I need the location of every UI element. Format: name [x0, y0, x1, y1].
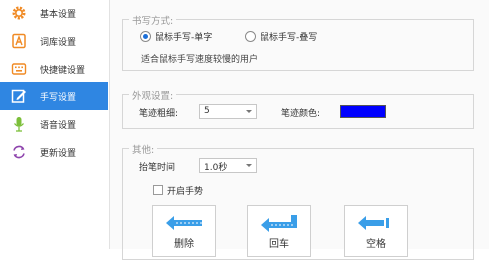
refresh-icon	[11, 144, 27, 160]
lift-time-label: 抬笔时间	[139, 163, 176, 173]
select-value: 1.0秒	[204, 163, 228, 173]
sidebar-item-label: 语音设置	[40, 121, 77, 131]
radio-single-char[interactable]	[140, 31, 151, 42]
sidebar-item-handwriting[interactable]: 手写设置	[0, 82, 108, 110]
button-label: 回车	[269, 239, 289, 250]
radio-label[interactable]: 鼠标手写-单字	[155, 30, 212, 43]
enter-arrow-icon	[261, 215, 297, 232]
delete-gesture-button[interactable]: 删除	[152, 205, 216, 257]
sidebar-item-voice[interactable]: 语音设置	[0, 110, 108, 138]
chevron-down-icon	[246, 164, 252, 167]
chevron-down-icon	[246, 110, 252, 113]
sidebar: 基本设置 词库设置 快捷键设置 手写设置 语音设置 更新设置	[0, 0, 110, 249]
sidebar-item-shortcuts[interactable]: 快捷键设置	[0, 55, 108, 83]
stroke-color-label: 笔迹颜色:	[281, 109, 321, 119]
microphone-icon	[11, 116, 27, 132]
group-title: 外观设置:	[129, 88, 177, 102]
gesture-checkbox[interactable]	[153, 185, 163, 195]
sidebar-item-label: 词库设置	[40, 38, 77, 48]
radio-overlap[interactable]	[245, 31, 256, 42]
keyboard-icon	[11, 61, 27, 77]
lift-time-select[interactable]: 1.0秒	[199, 158, 257, 173]
sidebar-item-label: 快捷键设置	[40, 66, 86, 76]
stroke-width-select[interactable]: 5	[199, 104, 257, 119]
stroke-width-label: 笔迹粗细:	[139, 109, 179, 119]
sidebar-item-dictionary[interactable]: 词库设置	[0, 27, 108, 55]
select-value: 5	[204, 106, 210, 116]
sidebar-item-update[interactable]: 更新设置	[0, 138, 108, 166]
group-title: 其他:	[129, 142, 158, 156]
gesture-label[interactable]: 开启手势	[167, 184, 203, 197]
settings-panel: 书写方式: 鼠标手写-单字 鼠标手写-叠写 适合鼠标手写速度较慢的用户 外观设置…	[110, 0, 489, 260]
space-gesture-button[interactable]: 空格	[344, 205, 408, 257]
dictionary-icon	[11, 33, 27, 49]
radio-label[interactable]: 鼠标手写-叠写	[260, 30, 317, 43]
sidebar-item-label: 手写设置	[40, 93, 77, 103]
sidebar-item-label: 更新设置	[40, 149, 77, 159]
arrow-left-icon	[166, 216, 202, 230]
sidebar-item-label: 基本设置	[40, 10, 77, 20]
mode-hint: 适合鼠标手写速度较慢的用户	[141, 55, 259, 65]
button-label: 空格	[366, 239, 386, 250]
handwriting-icon	[11, 88, 27, 104]
button-label: 删除	[174, 239, 194, 250]
gear-icon	[11, 5, 27, 21]
enter-gesture-button[interactable]: 回车	[247, 205, 311, 257]
group-title: 书写方式:	[129, 13, 177, 27]
space-arrow-icon	[358, 216, 389, 230]
stroke-color-swatch[interactable]	[340, 105, 386, 118]
sidebar-item-basic[interactable]: 基本设置	[0, 0, 108, 27]
